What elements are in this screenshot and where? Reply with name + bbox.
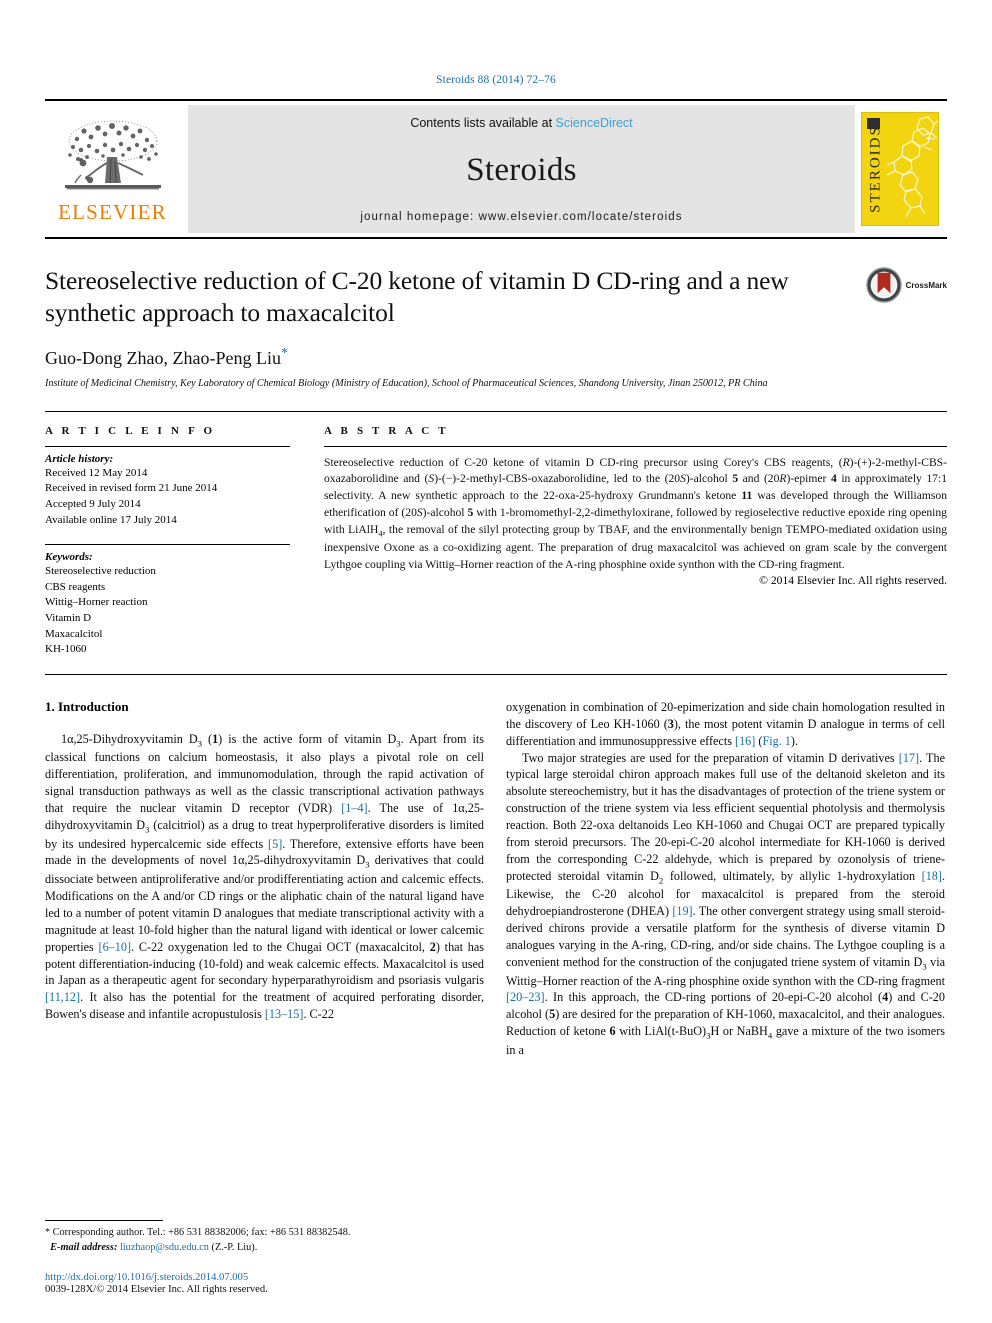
history-item: Available online 17 July 2014	[45, 513, 177, 526]
sciencedirect-link[interactable]: ScienceDirect	[556, 116, 633, 130]
title-block: CrossMark Stereoselective reduction of C…	[45, 265, 947, 389]
history-item: Received in revised form 21 June 2014	[45, 482, 218, 495]
article-info-column: A R T I C L E I N F O Article history: R…	[45, 425, 290, 658]
paragraph: oxygenation in combination of 20-epimeri…	[506, 699, 945, 748]
abstract-heading: A B S T R A C T	[324, 424, 449, 437]
cover-journal-title: STEROIDS	[867, 125, 884, 213]
author-list: Guo-Dong Zhao, Zhao-Peng Liu*	[45, 346, 827, 369]
citation-link[interactable]: [16]	[735, 734, 755, 748]
abstract-text: Stereoselective reduction of C-20 ketone…	[324, 455, 948, 571]
email-owner: (Z.-P. Liu).	[211, 1242, 258, 1254]
keyword-item: Stereoselective reduction	[45, 565, 156, 578]
abstract-column: A B S T R A C T Stereoselective reductio…	[324, 425, 947, 658]
body-columns: 1. Introduction 1α,25-Dihydroxyvitamin D…	[45, 699, 947, 1059]
molecule-structure-icon	[886, 116, 938, 218]
figure-link[interactable]: Fig. 1	[762, 734, 790, 748]
abstract-copyright: © 2014 Elsevier Inc. All rights reserved…	[759, 574, 947, 588]
journal-title: Steroids	[466, 152, 577, 188]
citation-link[interactable]: [13–15]	[265, 1007, 304, 1021]
footnote-contact: Corresponding author. Tel.: +86 531 8838…	[52, 1227, 351, 1239]
keyword-item: Maxacalcitol	[45, 627, 103, 640]
running-head: Steroids 88 (2014) 72–76	[436, 74, 556, 86]
journal-homepage-link[interactable]: journal homepage: www.elsevier.com/locat…	[360, 211, 682, 223]
journal-cover-image: STEROIDS	[861, 112, 939, 226]
author-names: Guo-Dong Zhao, Zhao-Peng Liu	[45, 347, 281, 368]
citation-link[interactable]: [1–4]	[341, 801, 367, 815]
article-history-group: Article history: Received 12 May 2014 Re…	[45, 447, 290, 528]
footnote-divider	[45, 1220, 163, 1222]
journal-article-page: Steroids 88 (2014) 72–76 ELSEVIER Conten…	[0, 0, 992, 1323]
elsevier-logo: ELSEVIER	[45, 101, 180, 237]
journal-cover-thumbnail[interactable]: STEROIDS	[861, 101, 947, 237]
elsevier-wordmark: ELSEVIER	[58, 200, 167, 224]
keyword-item: Wittig–Horner reaction	[45, 596, 148, 609]
author-affiliation: Institute of Medicinal Chemistry, Key La…	[45, 377, 768, 389]
keywords-group: Keywords: Stereoselective reduction CBS …	[45, 545, 290, 658]
elsevier-tree-icon	[64, 120, 161, 190]
issn-copyright: 0039-128X/© 2014 Elsevier Inc. All right…	[45, 1284, 268, 1295]
body-column-right: oxygenation in combination of 20-epimeri…	[506, 699, 945, 1059]
journal-band: Contents lists available at ScienceDirec…	[188, 105, 855, 233]
crossmark-icon	[865, 267, 902, 303]
journal-masthead: ELSEVIER Contents lists available at Sci…	[45, 99, 947, 239]
page-title: Stereoselective reduction of C-20 ketone…	[45, 266, 789, 328]
doi-block: http://dx.doi.org/10.1016/j.steroids.201…	[45, 1272, 484, 1295]
footnote-marker: *	[45, 1227, 50, 1239]
info-abstract-region: A R T I C L E I N F O Article history: R…	[45, 410, 947, 675]
citation-link[interactable]: [6–10]	[99, 940, 132, 954]
corresponding-author-footnote: * Corresponding author. Tel.: +86 531 88…	[45, 1226, 484, 1256]
contents-prefix: Contents lists available at	[410, 116, 556, 130]
crossmark-badge[interactable]: CrossMark	[865, 267, 947, 303]
history-item: Accepted 9 July 2014	[45, 497, 141, 510]
section-heading-introduction: 1. Introduction	[45, 698, 129, 714]
article-info-heading: A R T I C L E I N F O	[45, 424, 216, 437]
corresponding-author-marker[interactable]: *	[281, 346, 288, 361]
citation-link[interactable]: [5]	[268, 837, 282, 851]
citation-link[interactable]: [11,12]	[45, 990, 80, 1004]
doi-link[interactable]: http://dx.doi.org/10.1016/j.steroids.201…	[45, 1272, 484, 1283]
paragraph: 1α,25-Dihydroxyvitamin D3 (1) is the act…	[45, 731, 485, 1022]
citation-link[interactable]: [17]	[899, 751, 919, 765]
email-link[interactable]: liuzhaop@sdu.edu.cn	[120, 1242, 209, 1253]
body-column-left: 1. Introduction 1α,25-Dihydroxyvitamin D…	[45, 699, 484, 1059]
keywords-label: Keywords:	[45, 551, 93, 564]
contents-line: Contents lists available at ScienceDirec…	[410, 116, 632, 130]
article-history-label: Article history:	[45, 452, 114, 465]
footnote-region: * Corresponding author. Tel.: +86 531 88…	[45, 1220, 484, 1295]
citation-link[interactable]: [19]	[672, 904, 692, 918]
paragraph: Two major strategies are used for the pr…	[506, 750, 946, 1057]
citation-link[interactable]: [20–23]	[506, 990, 545, 1004]
crossmark-label: CrossMark	[905, 280, 947, 290]
email-label: E-mail address:	[50, 1242, 118, 1254]
keyword-item: KH-1060	[45, 643, 87, 656]
history-item: Received 12 May 2014	[45, 466, 148, 479]
keyword-item: CBS reagents	[45, 580, 106, 593]
keyword-item: Vitamin D	[45, 612, 92, 625]
citation-link[interactable]: [18]	[922, 869, 942, 883]
